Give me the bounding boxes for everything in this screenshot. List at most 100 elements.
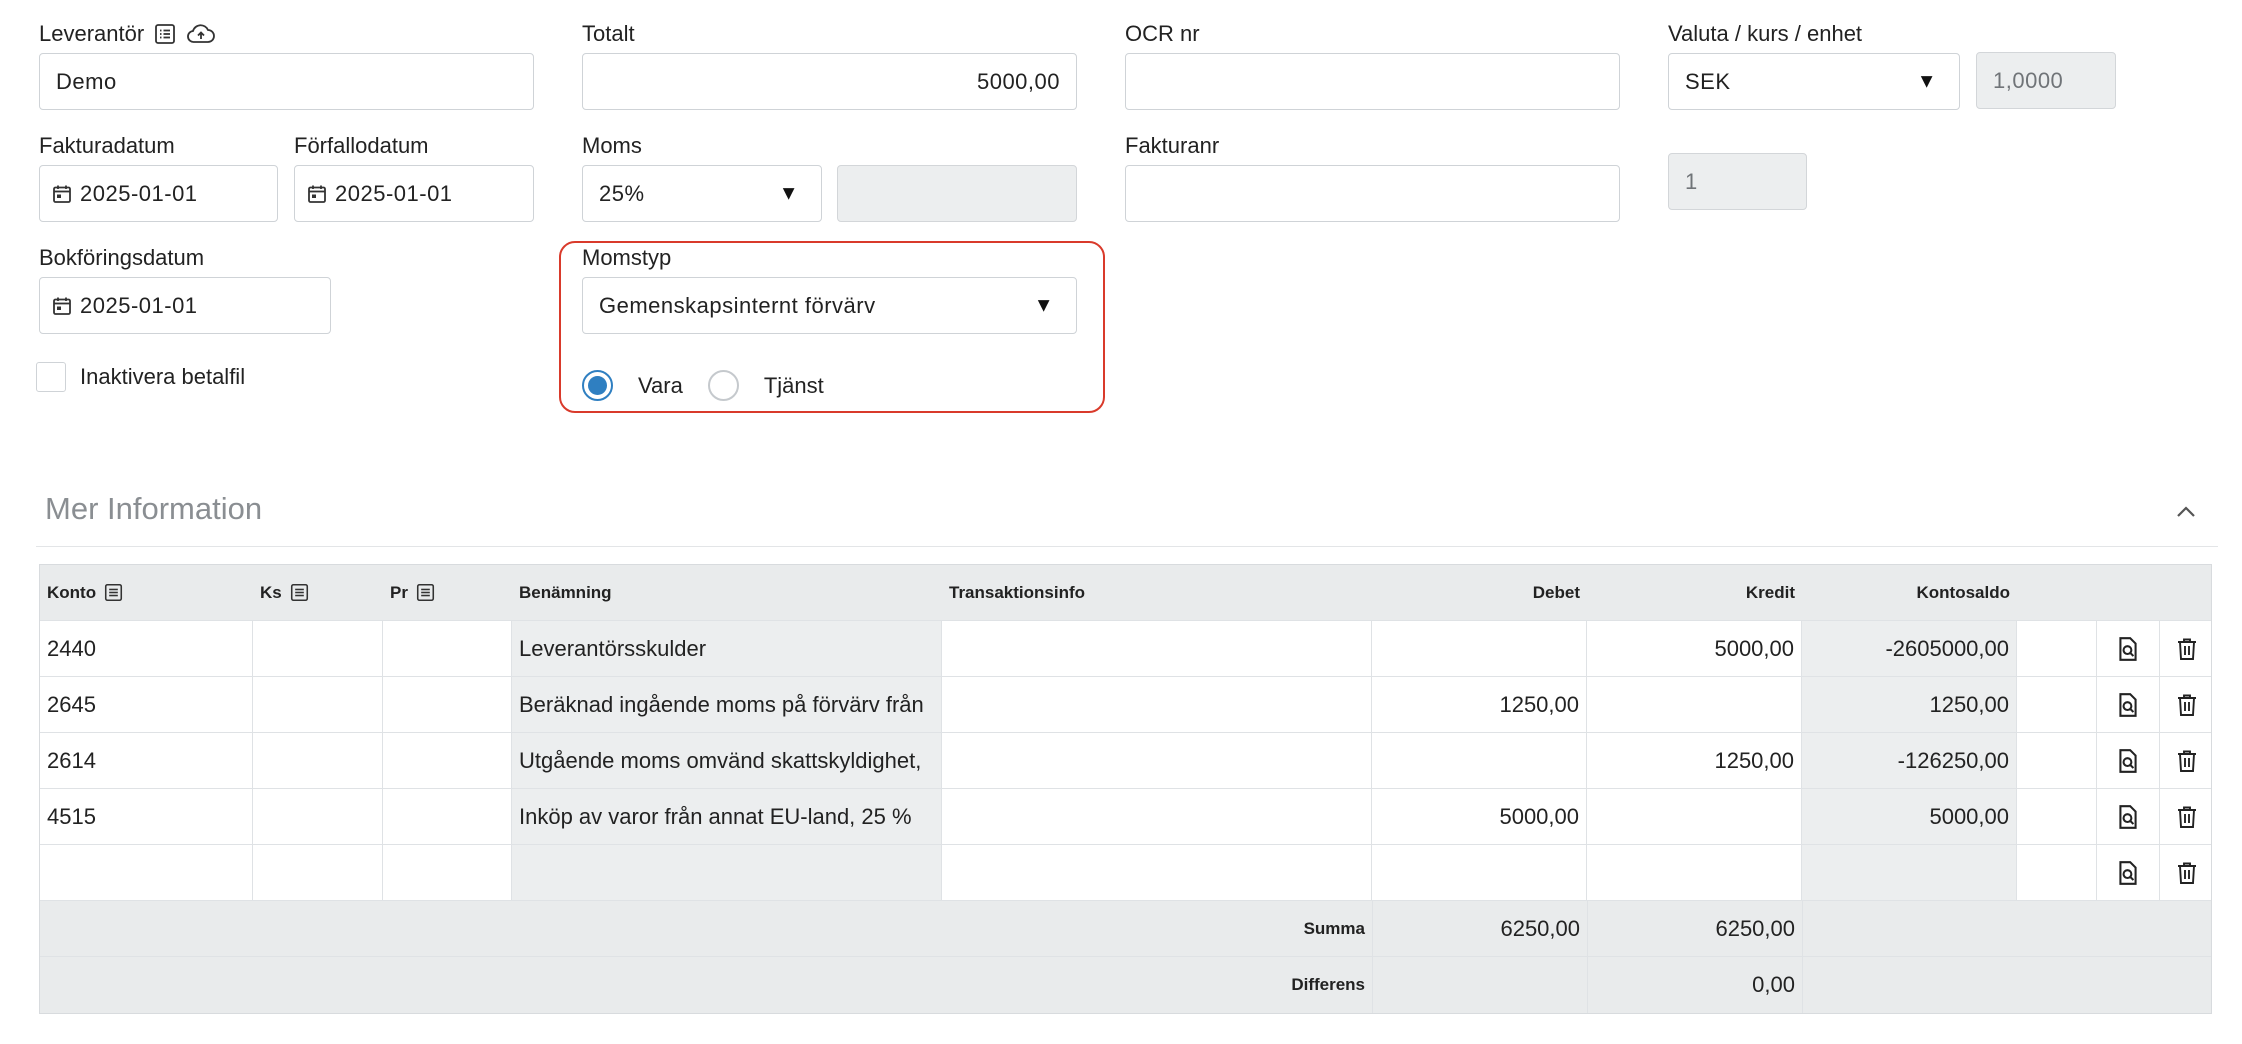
cell-info[interactable] bbox=[942, 621, 1372, 676]
disable-payfile-group: Inaktivera betalfil bbox=[36, 362, 245, 392]
cell-saldo[interactable]: -126250,00 bbox=[1802, 733, 2017, 788]
cell-pr[interactable] bbox=[383, 677, 512, 732]
trash-icon[interactable] bbox=[2160, 733, 2213, 788]
document-search-icon[interactable] bbox=[2097, 621, 2160, 676]
invoice-date-field[interactable]: 2025-01-01 bbox=[39, 165, 278, 222]
calendar-icon bbox=[53, 297, 71, 315]
cell-spacer bbox=[2017, 789, 2097, 844]
cell-saldo[interactable] bbox=[1802, 845, 2017, 900]
total-label: Totalt bbox=[582, 21, 635, 46]
cell-saldo[interactable]: 5000,00 bbox=[1802, 789, 2017, 844]
radio-tjanst[interactable] bbox=[707, 370, 739, 401]
due-date-field[interactable]: 2025-01-01 bbox=[294, 165, 534, 222]
list-icon[interactable] bbox=[104, 583, 123, 602]
cell-pr[interactable] bbox=[383, 789, 512, 844]
cell-ks[interactable] bbox=[253, 733, 383, 788]
due-date-value: 2025-01-01 bbox=[335, 180, 453, 206]
cell-konto[interactable]: 2440 bbox=[40, 621, 253, 676]
cell-konto[interactable]: 4515 bbox=[40, 789, 253, 844]
list-icon[interactable] bbox=[154, 23, 176, 45]
cell-saldo[interactable]: -2605000,00 bbox=[1802, 621, 2017, 676]
differens-value: 0,00 bbox=[1587, 957, 1802, 1013]
cell-pr[interactable] bbox=[383, 621, 512, 676]
more-info-title: Mer Information bbox=[45, 491, 263, 526]
cell-konto[interactable] bbox=[40, 845, 253, 900]
cell-kredit[interactable]: 1250,00 bbox=[1587, 733, 1802, 788]
cell-saldo[interactable]: 1250,00 bbox=[1802, 677, 2017, 732]
cell-spacer bbox=[2017, 733, 2097, 788]
cell-ks[interactable] bbox=[253, 621, 383, 676]
document-search-icon[interactable] bbox=[2097, 677, 2160, 732]
invoice-number-field[interactable] bbox=[1125, 165, 1620, 222]
vat-label: Moms bbox=[582, 133, 642, 158]
cell-debet[interactable]: 1250,00 bbox=[1372, 677, 1587, 732]
trash-icon[interactable] bbox=[2160, 621, 2213, 676]
differens-fill bbox=[1802, 957, 2213, 1013]
differens-label: Differens bbox=[1291, 975, 1365, 994]
cell-ks[interactable] bbox=[253, 677, 383, 732]
table-header-row: Konto Ks Pr Benämning Transaktionsinfo D… bbox=[40, 565, 2211, 621]
header-ks: Ks bbox=[253, 565, 383, 620]
cell-kredit[interactable]: 5000,00 bbox=[1587, 621, 1802, 676]
caret-down-icon: ▼ bbox=[778, 182, 799, 204]
cell-benamning[interactable]: Leverantörsskulder bbox=[512, 621, 942, 676]
vat-type-select[interactable]: Gemenskapsinternt förvärv ▼ bbox=[582, 277, 1077, 334]
currency-value: SEK bbox=[1685, 68, 1731, 94]
ocr-field[interactable] bbox=[1125, 53, 1620, 110]
invoice-number-label: Fakturanr bbox=[1125, 133, 1220, 158]
cell-pr[interactable] bbox=[383, 845, 512, 900]
booking-date-value: 2025-01-01 bbox=[80, 292, 198, 318]
vat-select[interactable]: 25% ▼ bbox=[582, 165, 822, 222]
cell-info[interactable] bbox=[942, 677, 1372, 732]
cloud-upload-icon[interactable] bbox=[186, 23, 216, 45]
exchange-rate-field: 1,0000 bbox=[1976, 52, 2116, 109]
cell-konto[interactable]: 2645 bbox=[40, 677, 253, 732]
currency-select[interactable]: SEK ▼ bbox=[1668, 53, 1960, 110]
unit-value: 1 bbox=[1685, 168, 1698, 194]
cell-benamning[interactable]: Utgående moms omvänd skattskyldighet, bbox=[512, 733, 942, 788]
header-debet: Debet bbox=[1532, 582, 1580, 602]
trash-icon[interactable] bbox=[2160, 677, 2213, 732]
exchange-rate-value: 1,0000 bbox=[1993, 67, 2064, 93]
cell-benamning[interactable]: Inköp av varor från annat EU-land, 25 % bbox=[512, 789, 942, 844]
cell-debet[interactable]: 5000,00 bbox=[1372, 789, 1587, 844]
disable-payfile-checkbox[interactable] bbox=[36, 362, 66, 392]
supplier-field[interactable]: Demo bbox=[39, 53, 534, 110]
cell-benamning[interactable]: Beräknad ingående moms på förvärv från bbox=[512, 677, 942, 732]
document-search-icon[interactable] bbox=[2097, 733, 2160, 788]
summa-row: Summa 6250,00 6250,00 bbox=[40, 901, 2211, 957]
cell-pr[interactable] bbox=[383, 733, 512, 788]
cell-kredit[interactable] bbox=[1587, 845, 1802, 900]
cell-info[interactable] bbox=[942, 789, 1372, 844]
document-search-icon[interactable] bbox=[2097, 845, 2160, 900]
list-icon[interactable] bbox=[290, 583, 309, 602]
booking-date-label: Bokföringsdatum bbox=[39, 245, 205, 270]
cell-info[interactable] bbox=[942, 845, 1372, 900]
trash-icon[interactable] bbox=[2160, 789, 2213, 844]
cell-ks[interactable] bbox=[253, 845, 383, 900]
invoice-date-label: Fakturadatum bbox=[39, 133, 175, 158]
chevron-up-icon[interactable] bbox=[2174, 500, 2198, 524]
list-icon[interactable] bbox=[416, 583, 435, 602]
total-field[interactable]: 5000,00 bbox=[582, 53, 1077, 110]
cell-debet[interactable] bbox=[1372, 733, 1587, 788]
document-search-icon[interactable] bbox=[2097, 789, 2160, 844]
cell-kredit[interactable] bbox=[1587, 677, 1802, 732]
cell-benamning[interactable] bbox=[512, 845, 942, 900]
header-kredit: Kredit bbox=[1745, 582, 1795, 602]
cell-debet[interactable] bbox=[1372, 845, 1587, 900]
differens-empty bbox=[1372, 957, 1587, 1013]
supplier-label-group: Leverantör bbox=[39, 21, 216, 47]
header-benamning: Benämning bbox=[519, 582, 612, 602]
calendar-icon bbox=[308, 185, 326, 203]
cell-konto[interactable]: 2614 bbox=[40, 733, 253, 788]
invoice-date-value: 2025-01-01 bbox=[80, 180, 198, 206]
cell-ks[interactable] bbox=[253, 789, 383, 844]
cell-debet[interactable] bbox=[1372, 621, 1587, 676]
trash-icon[interactable] bbox=[2160, 845, 2213, 900]
unit-field: 1 bbox=[1668, 153, 1807, 210]
cell-info[interactable] bbox=[942, 733, 1372, 788]
cell-kredit[interactable] bbox=[1587, 789, 1802, 844]
booking-date-field[interactable]: 2025-01-01 bbox=[39, 277, 331, 334]
radio-vara[interactable] bbox=[582, 370, 613, 401]
